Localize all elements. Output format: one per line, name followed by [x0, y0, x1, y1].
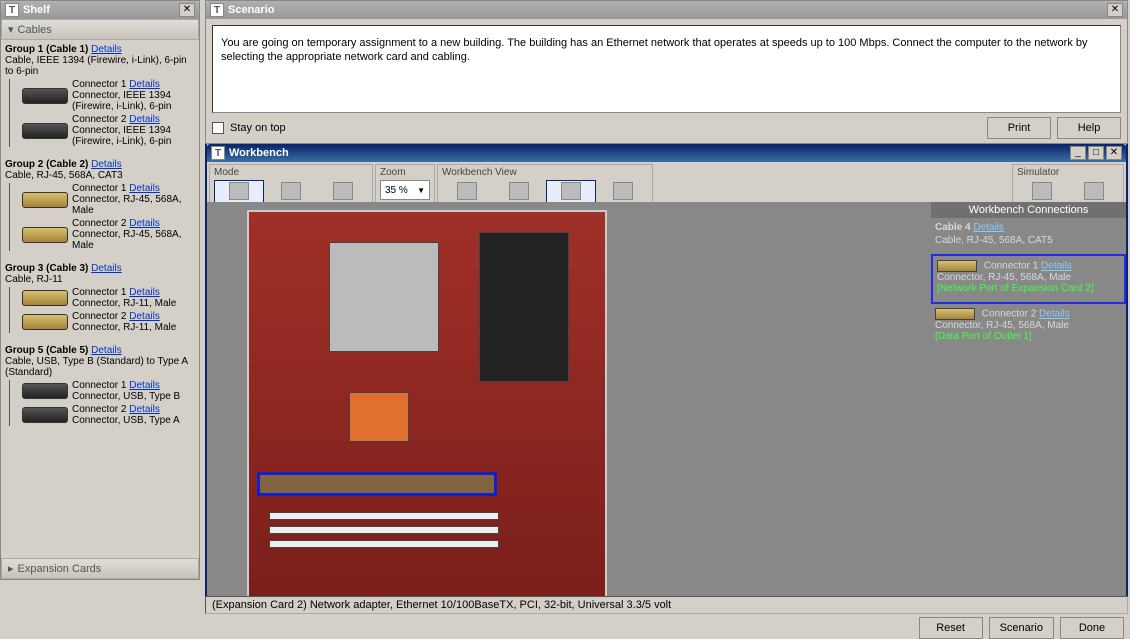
connector-icon	[22, 227, 68, 243]
workbench-titlebar: T Workbench _ □ ✕	[207, 144, 1126, 162]
app-icon: T	[211, 146, 225, 160]
shelf-close-icon[interactable]: ✕	[179, 3, 195, 17]
zoom-in-icon	[281, 182, 301, 200]
details-link[interactable]: Details	[129, 380, 160, 391]
stay-on-top-label: Stay on top	[230, 122, 286, 134]
scenario-close-icon[interactable]: ✕	[1107, 3, 1123, 17]
app-icon: T	[210, 3, 224, 17]
details-link[interactable]: Details	[91, 263, 122, 274]
workbench-canvas[interactable]: Expansion Card 2 Details Network adapter…	[207, 202, 931, 602]
shelf-title: Shelf	[23, 4, 50, 16]
connector-icon	[22, 290, 68, 306]
connector-icon	[937, 260, 977, 272]
scenario-panel: T Scenario ✕ You are going on temporary …	[205, 0, 1128, 144]
zoom-group: Zoom 35 %▼	[375, 164, 435, 203]
motherboard-image[interactable]	[247, 210, 607, 602]
maximize-icon[interactable]: □	[1088, 146, 1104, 160]
pci-slot-highlight[interactable]	[257, 472, 497, 496]
northbridge	[349, 392, 409, 442]
cable-group[interactable]: Group 5 (Cable 5) Details Cable, USB, Ty…	[1, 341, 199, 434]
connection-connector-2[interactable]: Connector 2 Details Connector, RJ-45, 56…	[931, 304, 1126, 350]
connector-icon	[22, 88, 68, 104]
details-link[interactable]: Details	[129, 183, 160, 194]
shelf-body: ▾ Cables Group 1 (Cable 1) Details Cable…	[1, 19, 199, 579]
details-link[interactable]: Details	[91, 345, 122, 356]
connector-icon	[22, 383, 68, 399]
connection-cable[interactable]: Cable 4 Details Cable, RJ-45, 568A, CAT5	[931, 218, 1126, 254]
scenario-button[interactable]: Scenario	[989, 617, 1054, 639]
details-link[interactable]: Details	[129, 114, 160, 125]
details-link[interactable]: Details	[129, 218, 160, 229]
cpu-socket	[329, 242, 439, 352]
bottom-bar: Reset Scenario Done	[0, 618, 1130, 638]
workbench-title: Workbench	[229, 147, 289, 159]
app-icon: T	[5, 3, 19, 17]
scenario-text: You are going on temporary assignment to…	[212, 25, 1121, 113]
connector-icon	[935, 308, 975, 320]
reset-button[interactable]: Reset	[919, 617, 983, 639]
cable-group[interactable]: Group 1 (Cable 1) Details Cable, IEEE 13…	[1, 40, 199, 155]
front-icon	[457, 182, 477, 200]
details-link[interactable]: Details	[129, 311, 160, 322]
details-link[interactable]: Details	[91, 159, 122, 170]
chevron-down-icon: ▾	[8, 23, 14, 36]
ram-slots	[479, 232, 569, 382]
print-button[interactable]: Print	[987, 117, 1051, 139]
status-bar: (Expansion Card 2) Network adapter, Ethe…	[205, 596, 1128, 614]
minimize-icon[interactable]: _	[1070, 146, 1086, 160]
shelf-titlebar: T Shelf ✕	[1, 1, 199, 19]
connection-connector-1[interactable]: Connector 1 Details Connector, RJ-45, 56…	[931, 254, 1126, 304]
scenario-title: Scenario	[228, 4, 274, 16]
details-link[interactable]: Details	[129, 287, 160, 298]
help-icon	[1084, 182, 1104, 200]
motherboard-icon	[561, 182, 581, 200]
connector-icon	[22, 192, 68, 208]
details-link[interactable]: Details	[1039, 309, 1070, 320]
details-link[interactable]: Details	[1041, 261, 1072, 272]
connector-icon	[22, 407, 68, 423]
details-link[interactable]: Details	[973, 222, 1004, 233]
help-button[interactable]: Help	[1057, 117, 1121, 139]
cursor-icon	[229, 182, 249, 200]
gear-icon	[1032, 182, 1052, 200]
connections-header: Workbench Connections	[931, 202, 1126, 218]
close-icon[interactable]: ✕	[1106, 146, 1122, 160]
connector-icon	[22, 123, 68, 139]
details-link[interactable]: Details	[129, 79, 160, 90]
back-icon	[509, 182, 529, 200]
details-link[interactable]: Details	[129, 404, 160, 415]
cable-group[interactable]: Group 3 (Cable 3) Details Cable, RJ-11 C…	[1, 259, 199, 341]
cable-group[interactable]: Group 2 (Cable 2) Details Cable, RJ-45, …	[1, 155, 199, 259]
chevron-right-icon: ▸	[8, 562, 14, 575]
stay-on-top-checkbox[interactable]	[212, 122, 224, 134]
drive-bays-icon	[613, 182, 633, 200]
shelf-panel: T Shelf ✕ ▾ Cables Group 1 (Cable 1) Det…	[0, 0, 200, 580]
done-button[interactable]: Done	[1060, 617, 1124, 639]
scenario-titlebar: T Scenario ✕	[206, 1, 1127, 19]
details-link[interactable]: Details	[91, 44, 122, 55]
workbench-window: T Workbench _ □ ✕ Mode Select Zoom In Zo…	[205, 144, 1128, 604]
scenario-body: You are going on temporary assignment to…	[206, 19, 1127, 143]
connector-icon	[22, 314, 68, 330]
expansion-cards-section-header[interactable]: ▸ Expansion Cards	[1, 558, 199, 579]
zoom-out-icon	[333, 182, 353, 200]
cables-section-header[interactable]: ▾ Cables	[1, 19, 199, 40]
zoom-select[interactable]: 35 %▼	[380, 180, 430, 200]
workbench-connections-panel: Workbench Connections Cable 4 Details Ca…	[931, 202, 1126, 602]
chevron-down-icon: ▼	[417, 186, 425, 195]
